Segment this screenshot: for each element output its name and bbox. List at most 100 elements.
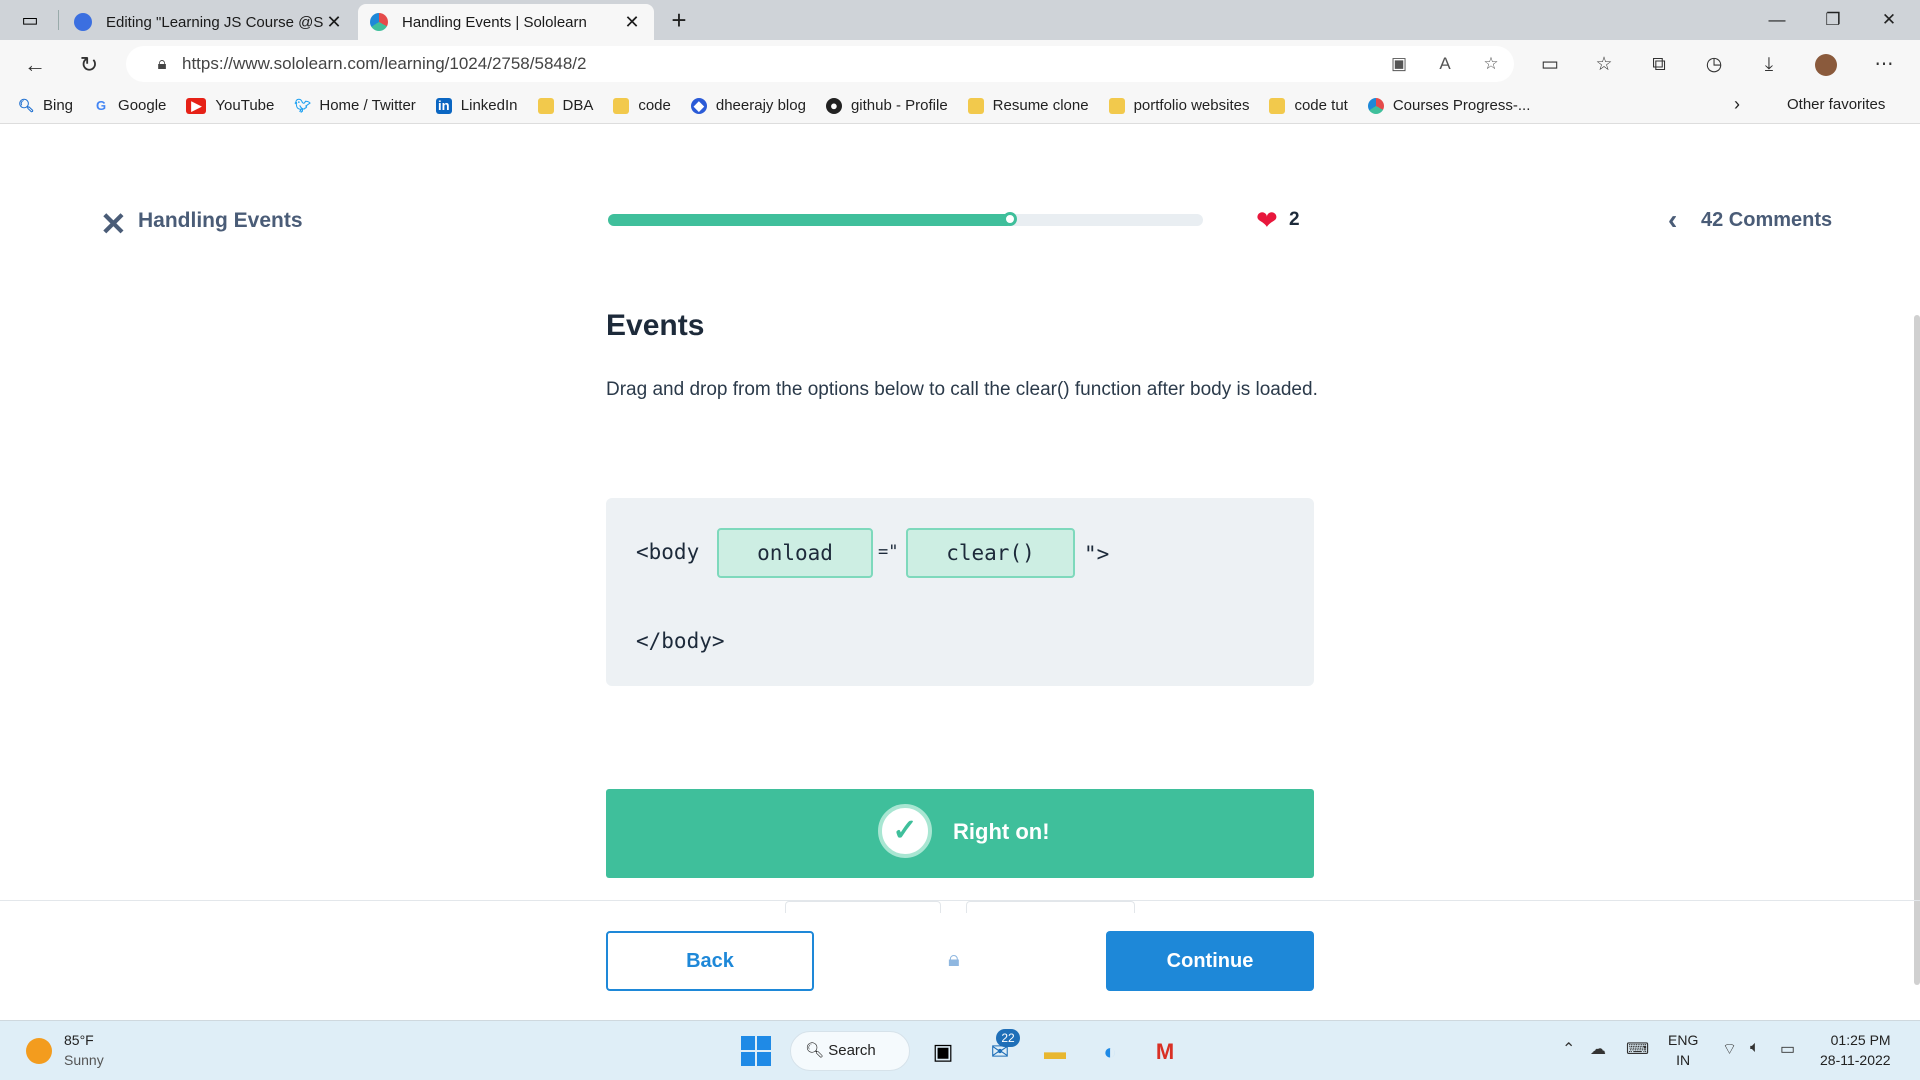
url-text: https://www.sololearn.com/learning/1024/… [182, 54, 587, 73]
file-explorer-icon[interactable]: ▬ [1035, 1033, 1075, 1071]
avatar[interactable] [1808, 48, 1844, 82]
wifi-icon[interactable]: ⌔ [1722, 1039, 1737, 1059]
progress-fill [608, 214, 1013, 226]
history-icon[interactable]: ◷ [1696, 48, 1732, 82]
weather-temp: 85°F [64, 1032, 94, 1048]
bookmark-courses[interactable]: Courses Progress-... [1367, 97, 1530, 114]
tracking-icon[interactable]: ▣ [1376, 54, 1422, 74]
taskbar-search[interactable]: 🔍︎ Search [790, 1031, 910, 1071]
sun-icon[interactable] [26, 1038, 52, 1064]
tab-actions-icon[interactable]: ▭ [10, 1, 50, 39]
comments-link[interactable]: 42 Comments [1701, 209, 1832, 232]
task-view-icon[interactable]: ▣ [923, 1033, 963, 1071]
search-icon: 🔍︎ [805, 1042, 825, 1059]
battery-icon[interactable]: ▭ [1780, 1039, 1795, 1059]
keyboard-icon[interactable]: ⌨ [1626, 1039, 1649, 1059]
bookmark-label: LinkedIn [460, 97, 518, 114]
favorites-icon[interactable]: ☆ [1586, 48, 1622, 82]
bookmarks-bar: 🔍︎ Bing G Google ▶ YouTube 🐦︎ Home / Twitter… [0, 88, 1920, 124]
add-favorite-icon[interactable]: ☆ [1468, 54, 1514, 74]
bookmark-linkedin[interactable]: in LinkedIn [435, 97, 518, 114]
answer-slot-clear[interactable]: clear() [906, 528, 1075, 578]
youtube-icon: ▶ [186, 97, 207, 114]
bookmark-github[interactable]: ● github - Profile [825, 97, 948, 114]
browser-titlebar: ▭ Editing "Learning JS Course @So ✕ Hand… [0, 0, 1920, 40]
feedback-banner: ✓ Right on! [606, 789, 1314, 878]
code-block: <body onload =" clear() "> </body> [606, 498, 1314, 686]
feedback-text: Right on! [953, 819, 1050, 844]
bookmark-resume-clone[interactable]: Resume clone [967, 97, 1089, 114]
sololearn-icon [1367, 97, 1384, 114]
answer-slot-onload[interactable]: onload [717, 528, 873, 578]
folder-icon [1108, 97, 1125, 114]
lives-count: 2 [1289, 209, 1300, 230]
option-chip[interactable] [966, 901, 1135, 913]
lesson-title: Handling Events [138, 209, 303, 232]
lesson-progress-bar [608, 212, 1203, 226]
bookmark-label: dheerajy blog [715, 97, 806, 114]
refresh-icon[interactable]: ↻ [72, 48, 106, 82]
bookmark-label: code [638, 97, 671, 114]
footer-divider [0, 900, 1920, 901]
bookmark-other-favorites[interactable]: Other favorites [1778, 96, 1885, 113]
bookmark-label: YouTube [215, 97, 275, 114]
back-button[interactable]: Back [606, 931, 814, 991]
page-title: Events [606, 309, 705, 342]
folder-icon [613, 97, 630, 114]
bookmark-label: Bing [43, 97, 74, 114]
cast-icon[interactable]: ▭ [1532, 48, 1568, 82]
cloud-icon[interactable]: ☁ [1590, 1039, 1606, 1059]
bookmark-code-tut[interactable]: code tut [1269, 97, 1348, 114]
chevron-right-icon[interactable]: › [1734, 94, 1740, 115]
bookmark-twitter[interactable]: 🐦︎ Home / Twitter [294, 97, 415, 114]
continue-button[interactable]: Continue [1106, 931, 1314, 991]
code-equals: =" [878, 542, 899, 562]
bookmark-label: Other favorites [1787, 96, 1886, 113]
edge-icon[interactable]: ◐ [1090, 1033, 1130, 1071]
download-icon[interactable]: ⤓ [1751, 48, 1787, 82]
page-scrollbar[interactable] [1914, 315, 1920, 985]
option-chip[interactable] [785, 901, 941, 913]
heart-icon: ❤ [1256, 205, 1278, 235]
close-lesson-icon[interactable]: ✕ [100, 205, 127, 243]
bookmark-youtube[interactable]: ▶ YouTube [186, 97, 274, 114]
lock-icon: 🔒︎ [157, 54, 167, 73]
restore-button[interactable]: ❐ [1810, 6, 1856, 34]
back-arrow-icon[interactable]: ← [18, 48, 52, 82]
folder-icon [537, 97, 554, 114]
lock-icon: 🔒︎ [948, 946, 960, 971]
bookmark-dheerajy-blog[interactable]: ◆ dheerajy blog [690, 97, 806, 114]
bookmark-label: Google [118, 97, 167, 114]
taskbar-clock[interactable]: 01:25 PM 28-11-2022 [1820, 1030, 1891, 1070]
bookmark-label: code tut [1294, 97, 1348, 114]
url-field[interactable]: 🔒︎ https://www.sololearn.com/learning/10… [126, 46, 1514, 82]
bookmark-dba[interactable]: DBA [537, 97, 593, 114]
new-tab-button[interactable]: + [656, 6, 702, 34]
bookmark-code[interactable]: code [613, 97, 671, 114]
close-icon[interactable]: ✕ [324, 12, 344, 33]
tab-handling-events[interactable]: Handling Events | Sololearn ✕ [358, 4, 654, 40]
bookmark-google[interactable]: G Google [93, 97, 166, 114]
code-close-quote: "> [1084, 542, 1110, 566]
gmail-icon[interactable]: M [1145, 1033, 1185, 1071]
weather-desc: Sunny [64, 1052, 104, 1068]
volume-icon[interactable]: 🔈︎ [1750, 1039, 1760, 1057]
collections-icon[interactable]: ⧉ [1641, 48, 1677, 82]
more-menu-icon[interactable]: ⋯ [1866, 48, 1902, 82]
google-icon: G [95, 97, 107, 113]
bookmark-portfolio[interactable]: portfolio websites [1108, 97, 1249, 114]
minimize-button[interactable]: — [1754, 6, 1800, 34]
close-icon[interactable]: ✕ [622, 12, 642, 33]
bookmark-bing[interactable]: 🔍︎ Bing [18, 97, 73, 114]
start-icon[interactable] [741, 1036, 771, 1066]
close-window-button[interactable]: ✕ [1866, 6, 1912, 34]
lang-region: IN [1676, 1052, 1691, 1068]
tab-editing-course[interactable]: Editing "Learning JS Course @So ✕ [62, 4, 356, 40]
language-indicator[interactable]: ENG IN [1668, 1030, 1698, 1070]
chevron-up-icon[interactable]: ⌃ [1562, 1039, 1575, 1059]
blog-icon: ◆ [690, 97, 707, 114]
tab-label: Editing "Learning JS Course @So [106, 13, 324, 31]
linkedin-icon: in [435, 97, 452, 114]
chevron-left-icon[interactable]: ‹ [1668, 204, 1677, 236]
read-aloud-icon[interactable]: A [1422, 54, 1468, 74]
